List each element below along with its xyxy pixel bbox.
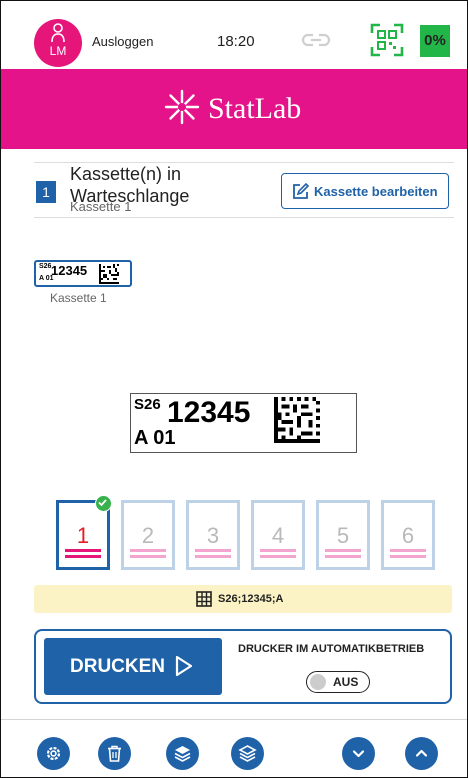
thumbnail-caption: Kassette 1 (50, 291, 107, 305)
label-prefix: S26 (134, 396, 161, 413)
clock: 18:20 (217, 33, 255, 50)
person-icon (51, 23, 65, 43)
chevron-down-icon (352, 750, 365, 758)
label-preview: S26 12345 A 01 (130, 393, 357, 453)
auto-mode-label: DRUCKER IM AUTOMATIKBETRIEB (238, 643, 425, 655)
bottom-toolbar (1, 719, 467, 777)
tray-icon (325, 549, 361, 558)
toggle-label: AUS (333, 675, 359, 689)
avatar[interactable]: LM (34, 19, 82, 67)
slot-3[interactable]: 3 (186, 500, 240, 570)
play-icon (175, 655, 193, 677)
queue-count-badge: 1 (36, 181, 56, 203)
asterisk-logo-icon (164, 89, 200, 125)
scroll-down-button[interactable] (342, 737, 375, 770)
slot-number: 1 (76, 523, 90, 548)
thumb-sub: A 01 (39, 275, 54, 282)
auto-mode-toggle[interactable]: AUS (306, 671, 370, 693)
thumb-prefix: S26 (39, 263, 52, 270)
delete-button[interactable] (98, 737, 131, 770)
toggle-knob (310, 674, 326, 690)
divider (34, 217, 454, 218)
app-frame: LM Ausloggen 18:20 0% StatLab 1 Kassette… (0, 0, 468, 778)
trash-icon (108, 745, 121, 762)
label-number: 12345 (167, 396, 251, 429)
tray-icon (260, 549, 296, 558)
layers-outline-icon (238, 745, 257, 762)
brand-logo: StatLab (1, 69, 467, 149)
slot-5[interactable]: 5 (316, 500, 370, 570)
barcode-text: S26;12345;A (218, 593, 284, 605)
brand-name: StatLab (208, 92, 302, 125)
label-sub: A 01 (134, 427, 176, 449)
slot-1[interactable]: 1 (56, 495, 112, 570)
battery-indicator: 0% (420, 25, 450, 57)
status-bar: LM Ausloggen 18:20 0% (1, 1, 467, 69)
slot-number: 2 (141, 523, 155, 548)
user-initials: LM (49, 44, 67, 58)
layers-outline-button[interactable] (231, 737, 264, 770)
gear-icon (46, 746, 61, 761)
tray-icon (390, 549, 426, 558)
layers-button[interactable] (166, 737, 199, 770)
settings-button[interactable] (37, 737, 70, 770)
qr-scan-icon[interactable] (370, 23, 404, 57)
slot-6[interactable]: 6 (381, 500, 435, 570)
chevron-up-icon (415, 749, 428, 757)
barcode-text-bar: S26;12345;A (34, 585, 452, 613)
scroll-up-button[interactable] (405, 737, 438, 770)
datamatrix-code (274, 397, 320, 443)
edit-icon (293, 182, 310, 199)
slot-number: 4 (271, 523, 285, 548)
slot-4[interactable]: 4 (251, 500, 305, 570)
cassette-thumbnail[interactable]: S26 12345 A 01 (34, 260, 132, 287)
logout-link[interactable]: Ausloggen (92, 34, 153, 49)
check-icon (95, 495, 112, 512)
datamatrix-code (99, 264, 119, 284)
tray-icon (130, 549, 166, 558)
edit-cassette-label: Kassette bearbeiten (314, 184, 438, 199)
slot-number: 3 (206, 523, 220, 548)
link-icon[interactable] (301, 32, 331, 48)
table-icon (196, 591, 212, 607)
edit-cassette-button[interactable]: Kassette bearbeiten (281, 173, 449, 209)
tray-icon (195, 549, 231, 558)
print-panel: DRUCKEN DRUCKER IM AUTOMATIKBETRIEB AUS (34, 629, 452, 704)
thumb-number: 12345 (51, 263, 88, 278)
layers-icon (174, 746, 191, 762)
tray-icon (65, 549, 101, 558)
queue-subtitle: Kassette 1 (70, 199, 132, 214)
print-button-label: DRUCKEN (70, 656, 165, 677)
slot-number: 6 (401, 523, 415, 548)
slot-number: 5 (336, 523, 350, 548)
brand-header: StatLab (1, 69, 467, 149)
slot-2[interactable]: 2 (121, 500, 175, 570)
print-button[interactable]: DRUCKEN (44, 638, 222, 695)
